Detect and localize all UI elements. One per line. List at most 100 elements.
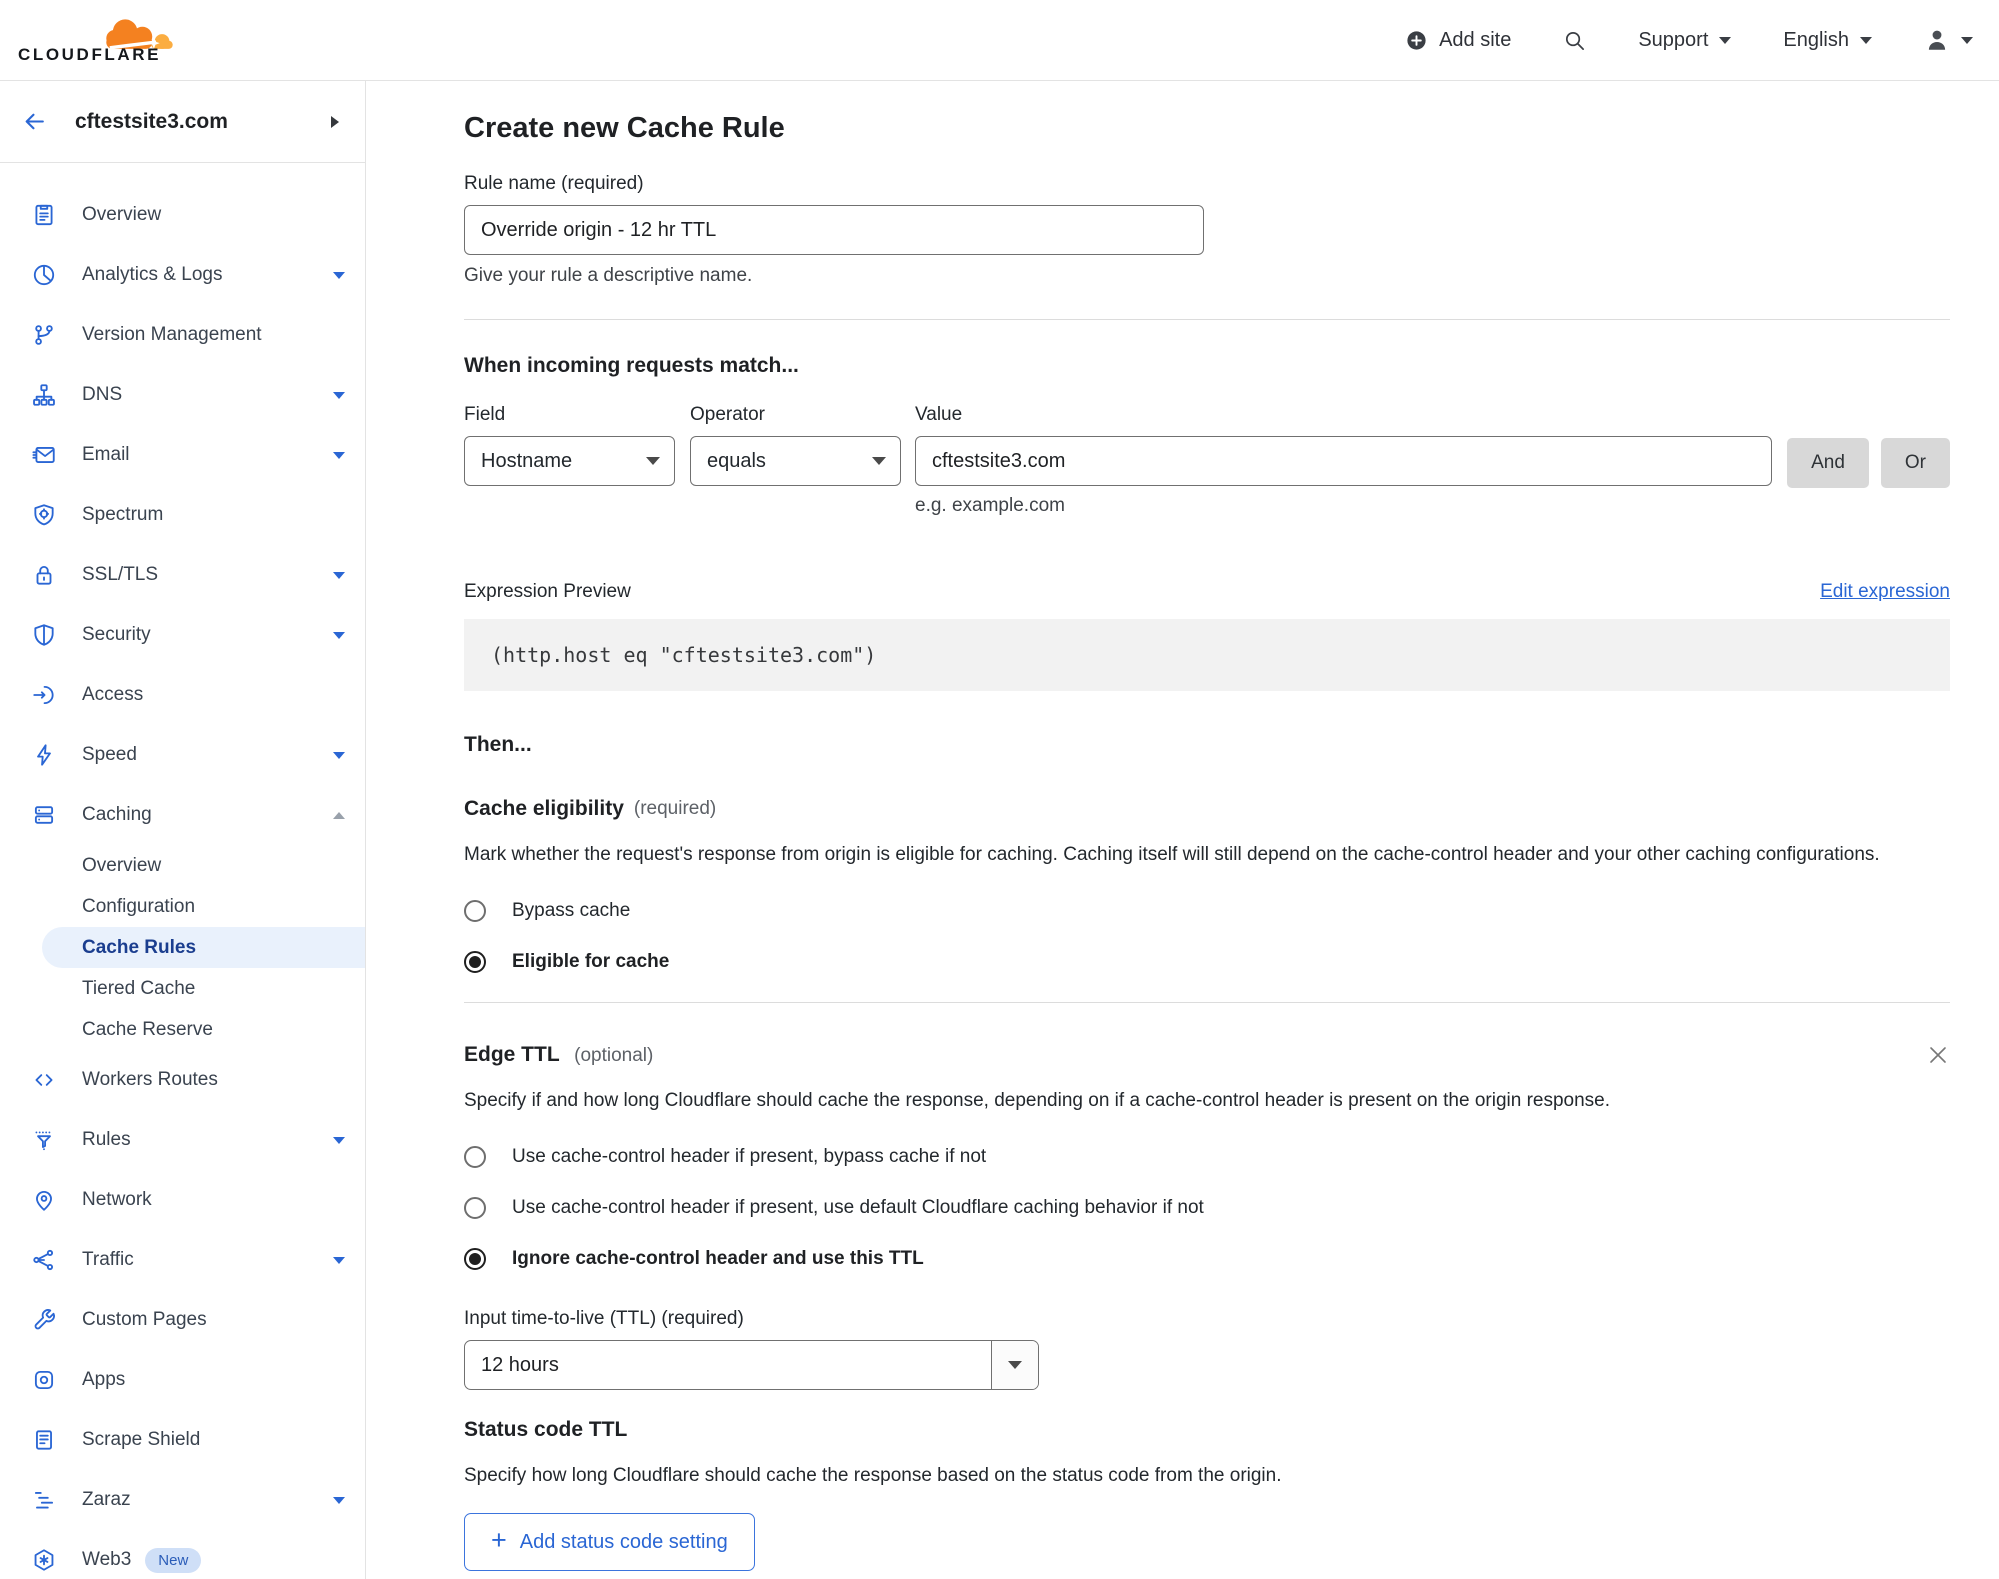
main-content: Create new Cache Rule Rule name (require… bbox=[366, 81, 1999, 1579]
then-heading: Then... bbox=[464, 733, 532, 756]
sidebar-item-label: Analytics & Logs bbox=[82, 264, 223, 285]
radio-unselected-icon[interactable] bbox=[464, 1146, 486, 1168]
sidebar-subitem-label: Cache Rules bbox=[82, 936, 197, 958]
cloudflare-logo[interactable]: CLOUDFLARE bbox=[18, 9, 188, 71]
sidebar-item-spectrum[interactable]: Spectrum bbox=[0, 485, 365, 545]
radio-option[interactable]: Ignore cache-control header and use this… bbox=[464, 1248, 1950, 1270]
sidebar-item-traffic[interactable]: Traffic bbox=[0, 1230, 365, 1290]
operator-select[interactable]: equals bbox=[690, 436, 901, 486]
and-button[interactable]: And bbox=[1787, 438, 1869, 488]
sidebar-item-version-management[interactable]: Version Management bbox=[0, 305, 365, 365]
speed-icon bbox=[30, 741, 58, 769]
radio-unselected-icon[interactable] bbox=[464, 900, 486, 922]
sidebar-subitem-caching-configuration[interactable]: Configuration bbox=[0, 886, 365, 927]
section-divider bbox=[464, 319, 1950, 320]
or-button[interactable]: Or bbox=[1880, 438, 1950, 488]
sidebar-item-web3[interactable]: Web3 New bbox=[0, 1530, 365, 1579]
sidebar-item-label: Email bbox=[82, 444, 130, 465]
radio-option[interactable]: Use cache-control header if present, byp… bbox=[464, 1146, 1950, 1168]
sidebar-item-overview[interactable]: Overview bbox=[0, 185, 365, 245]
edge-ttl-header: Edge TTL (optional) bbox=[464, 1043, 1950, 1067]
add-site-label: Add site bbox=[1439, 28, 1512, 51]
sidebar-subitem-cache-reserve[interactable]: Cache Reserve bbox=[0, 1009, 365, 1050]
close-icon[interactable] bbox=[1926, 1043, 1950, 1067]
field-select-value: Hostname bbox=[481, 449, 573, 472]
cache-eligibility-qualifier: (required) bbox=[633, 798, 717, 819]
select-arrow-icon bbox=[872, 457, 886, 465]
sidebar-item-security[interactable]: Security bbox=[0, 605, 365, 665]
chevron-down-icon bbox=[333, 1256, 345, 1264]
sidebar-item-apps[interactable]: Apps bbox=[0, 1350, 365, 1410]
chevron-down-icon bbox=[333, 1136, 345, 1144]
chevron-down-icon bbox=[333, 391, 345, 399]
sidebar-item-network[interactable]: Network bbox=[0, 1170, 365, 1230]
radio-label: Use cache-control header if present, use… bbox=[512, 1197, 1204, 1218]
web3-icon bbox=[30, 1546, 58, 1574]
cache-eligibility-heading: Cache eligibility bbox=[464, 797, 624, 820]
expression-row: Expression Preview Edit expression bbox=[464, 581, 1950, 603]
custom-pages-icon bbox=[30, 1306, 58, 1334]
chevron-down-icon bbox=[333, 631, 345, 639]
support-label: Support bbox=[1638, 28, 1709, 51]
ttl-select-arrow[interactable] bbox=[991, 1341, 1038, 1389]
field-label: Field bbox=[464, 404, 506, 425]
edit-expression-link[interactable]: Edit expression bbox=[1820, 581, 1950, 603]
add-site-button[interactable]: Add site bbox=[1405, 29, 1511, 52]
radio-selected-icon[interactable] bbox=[464, 951, 486, 973]
sidebar-item-scrape-shield[interactable]: Scrape Shield bbox=[0, 1410, 365, 1470]
ttl-select[interactable]: 12 hours bbox=[464, 1340, 1039, 1390]
sidebar-item-analytics-logs[interactable]: Analytics & Logs bbox=[0, 245, 365, 305]
sidebar: cftestsite3.com Overview Analytics & Logs… bbox=[0, 81, 366, 1579]
sidebar-item-label: Traffic bbox=[82, 1249, 134, 1270]
sidebar-item-custom-pages[interactable]: Custom Pages bbox=[0, 1290, 365, 1350]
back-arrow-icon[interactable] bbox=[22, 109, 47, 134]
language-menu[interactable]: English bbox=[1783, 29, 1872, 52]
site-switcher[interactable]: cftestsite3.com bbox=[0, 81, 365, 163]
sidebar-item-speed[interactable]: Speed bbox=[0, 725, 365, 785]
radio-option[interactable]: Bypass cache bbox=[464, 900, 1950, 922]
rule-name-help: Give your rule a descriptive name. bbox=[464, 265, 753, 286]
chevron-down-icon bbox=[333, 271, 345, 279]
ssl-icon bbox=[30, 561, 58, 589]
sidebar-item-caching[interactable]: Caching bbox=[0, 785, 365, 845]
radio-unselected-icon[interactable] bbox=[464, 1197, 486, 1219]
field-select[interactable]: Hostname bbox=[464, 436, 675, 486]
sidebar-item-label: Workers Routes bbox=[82, 1069, 218, 1090]
rules-icon bbox=[30, 1126, 58, 1154]
sidebar-item-email[interactable]: Email bbox=[0, 425, 365, 485]
sidebar-subitem-cache-rules[interactable]: Cache Rules bbox=[42, 927, 365, 968]
chevron-up-icon bbox=[333, 811, 345, 819]
sidebar-item-ssl-tls[interactable]: SSL/TLS bbox=[0, 545, 365, 605]
radio-label: Ignore cache-control header and use this… bbox=[512, 1248, 924, 1269]
expression-preview-label: Expression Preview bbox=[464, 581, 631, 602]
sidebar-item-zaraz[interactable]: Zaraz bbox=[0, 1470, 365, 1530]
radio-selected-icon[interactable] bbox=[464, 1248, 486, 1270]
account-menu[interactable] bbox=[1924, 27, 1973, 53]
sidebar-subitem-caching-overview[interactable]: Overview bbox=[0, 845, 365, 886]
value-input[interactable] bbox=[915, 436, 1773, 486]
radio-option[interactable]: Use cache-control header if present, use… bbox=[464, 1197, 1950, 1219]
sidebar-item-access[interactable]: Access bbox=[0, 665, 365, 725]
sidebar-item-dns[interactable]: DNS bbox=[0, 365, 365, 425]
status-code-ttl-description: Specify how long Cloudflare should cache… bbox=[464, 1465, 1282, 1486]
value-label: Value bbox=[915, 404, 963, 425]
sidebar-item-rules[interactable]: Rules bbox=[0, 1110, 365, 1170]
sidebar-item-label: Network bbox=[82, 1189, 152, 1210]
support-menu[interactable]: Support bbox=[1638, 28, 1732, 52]
forward-chevron-icon[interactable] bbox=[331, 115, 339, 128]
edge-ttl-heading: Edge TTL bbox=[464, 1043, 560, 1066]
sidebar-item-label: Security bbox=[82, 624, 151, 645]
sidebar-subitem-tiered-cache[interactable]: Tiered Cache bbox=[0, 968, 365, 1009]
search-icon[interactable] bbox=[1563, 29, 1586, 52]
chevron-down-icon bbox=[333, 571, 345, 579]
sidebar-item-workers-routes[interactable]: Workers Routes bbox=[0, 1050, 365, 1110]
edge-ttl-description: Specify if and how long Cloudflare shoul… bbox=[464, 1090, 1611, 1111]
add-status-code-button[interactable]: + Add status code setting bbox=[464, 1513, 755, 1571]
chevron-down-icon bbox=[333, 1496, 345, 1504]
ttl-label: Input time-to-live (TTL) (required) bbox=[464, 1308, 744, 1329]
add-status-code-label: Add status code setting bbox=[519, 1530, 728, 1553]
scrape-shield-icon bbox=[30, 1426, 58, 1454]
rule-name-input[interactable] bbox=[464, 205, 1204, 255]
header-actions: Add site Support English bbox=[1405, 27, 1973, 53]
radio-option[interactable]: Eligible for cache bbox=[464, 951, 1950, 973]
